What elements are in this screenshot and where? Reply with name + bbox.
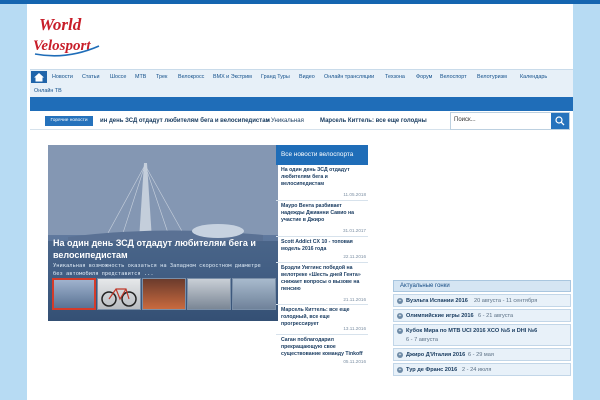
site-logo[interactable]: World Velosport xyxy=(31,10,103,60)
bicycle-icon xyxy=(101,288,137,307)
home-button[interactable] xyxy=(31,71,47,83)
search-icon xyxy=(555,116,565,126)
news-item-date: 05.11.2016 xyxy=(343,359,366,364)
latest-news-panel: Все новости велоспорта На один день ЗСД … xyxy=(276,145,368,367)
slide-title[interactable]: На один день ЗСД отдадут любителям бега … xyxy=(53,237,275,261)
news-item[interactable]: Scott Addict CX 10 - топовая модель 2016… xyxy=(276,239,368,263)
slider-thumbnail[interactable] xyxy=(97,278,141,310)
logo-word-world: World xyxy=(39,15,82,34)
news-item-title[interactable]: Саган поблагодарил прекращающую свое сущ… xyxy=(281,337,365,358)
ticker-item[interactable]: » Уникальная xyxy=(266,116,304,126)
race-item[interactable]: + Джиро Д'Италия 2016 6 - 29 мая xyxy=(393,348,571,361)
news-item-title[interactable]: Брэдли Уиггинс победой на велотреке «Шес… xyxy=(281,265,365,293)
race-date: 6 - 21 августа xyxy=(478,313,514,319)
nav-item-road[interactable]: Шоссе xyxy=(110,70,126,84)
race-date: 6 - 7 августа xyxy=(406,337,439,343)
news-item-date: 13.11.2016 xyxy=(343,326,366,331)
news-item[interactable]: На один день ЗСД отдадут любителям бега … xyxy=(276,167,368,201)
news-item[interactable]: Мауро Вента разбивает надежды Джианни Са… xyxy=(276,203,368,237)
search-button[interactable] xyxy=(551,113,569,129)
nav-item-bmx[interactable]: ВМХ и Экстрим xyxy=(213,70,252,84)
nav-bottom-bar xyxy=(30,97,573,111)
news-item-title[interactable]: Мауро Вента разбивает надежды Джианни Са… xyxy=(281,203,365,224)
ticker-item[interactable]: Марсель Киттель: все еще голодны xyxy=(320,116,427,126)
breaking-news-ticker: Горячие новости ин день ЗСД отдадут люби… xyxy=(30,112,450,130)
current-races-widget: Актуальные гонки + Вуэльта Испании 2016 … xyxy=(393,280,571,400)
race-name[interactable]: Олимпийские игры 2016 xyxy=(406,310,474,321)
expand-icon[interactable]: + xyxy=(397,298,403,304)
ticker-label: Горячие новости xyxy=(45,116,93,126)
news-panel-title[interactable]: Все новости велоспорта xyxy=(276,145,368,165)
nav-item-live[interactable]: Онлайн трансляции xyxy=(324,70,374,84)
news-item-date: 22.11.2016 xyxy=(343,254,366,259)
expand-icon[interactable]: + xyxy=(397,352,403,358)
nav-item-articles[interactable]: Статьи xyxy=(82,70,99,84)
race-item[interactable]: + Кубок Мира по МТВ UCI 2016 XCO №5 и DH… xyxy=(393,324,571,346)
slider-thumbnail[interactable] xyxy=(52,278,96,310)
race-date: 20 августа - 11 сентября xyxy=(474,298,538,304)
slider-thumbnail[interactable] xyxy=(187,278,231,310)
race-name[interactable]: Вуэльта Испании 2016 xyxy=(406,295,468,306)
nav-item-touring[interactable]: Велотуризм xyxy=(477,70,507,84)
nav-item-forum[interactable]: Форум xyxy=(416,70,432,84)
nav-item-calendar[interactable]: Календарь xyxy=(520,70,547,84)
nav-item-track[interactable]: Трек xyxy=(156,70,167,84)
featured-slider[interactable]: На один день ЗСД отдадут любителям бега … xyxy=(48,145,278,321)
race-item[interactable]: + Вуэльта Испании 2016 20 августа - 11 с… xyxy=(393,294,571,307)
news-item[interactable]: Саган поблагодарил прекращающую свое сущ… xyxy=(276,337,368,367)
slider-thumbnail[interactable] xyxy=(232,278,276,310)
news-item-title[interactable]: Марсель Киттель: все еще голодный, все е… xyxy=(281,307,365,328)
news-item-title[interactable]: Scott Addict CX 10 - топовая модель 2016… xyxy=(281,239,365,253)
race-name[interactable]: Джиро Д'Италия 2016 xyxy=(406,349,465,360)
nav-item-cyclocross[interactable]: Велокросс xyxy=(178,70,204,84)
slider-thumbnails xyxy=(52,278,276,312)
nav-item-techzone[interactable]: Техзона xyxy=(385,70,405,84)
news-item-title[interactable]: На один день ЗСД отдадут любителям бега … xyxy=(281,167,365,188)
nav-item-mtb[interactable]: МТВ xyxy=(135,70,146,84)
nav-item-grand-tours[interactable]: Гранд Туры xyxy=(261,70,290,84)
expand-icon[interactable]: + xyxy=(397,367,403,373)
race-date: 6 - 29 мая xyxy=(468,352,494,358)
race-date: 2 - 24 июля xyxy=(462,367,492,373)
race-item[interactable]: + Тур де Франс 2016 2 - 24 июля xyxy=(393,363,571,376)
news-item[interactable]: Брэдли Уиггинс победой на велотреке «Шес… xyxy=(276,265,368,305)
news-item-date: 11.05.2018 xyxy=(343,192,366,197)
nav-item-news[interactable]: Новости xyxy=(52,70,73,84)
nav-item-video[interactable]: Видео xyxy=(299,70,315,84)
expand-icon[interactable]: + xyxy=(397,313,403,319)
news-item-date: 31.01.2017 xyxy=(343,228,366,233)
race-name[interactable]: Тур де Франс 2016 xyxy=(406,364,457,375)
main-nav: Новости Статьи Шоссе МТВ Трек Велокросс … xyxy=(30,69,573,97)
page-container: World Velosport Новости Статьи Шоссе МТВ… xyxy=(27,4,573,400)
slider-thumbnail[interactable] xyxy=(142,278,186,310)
nav-item-cycling[interactable]: Велоспорт xyxy=(440,70,467,84)
nav-item-online-tv[interactable]: Онлайн ТВ xyxy=(34,84,62,98)
ticker-item[interactable]: ин день ЗСД отдадут любителям бега и вел… xyxy=(100,116,270,126)
news-item[interactable]: Марсель Киттель: все еще голодный, все е… xyxy=(276,307,368,335)
search-box: Поиск... xyxy=(450,112,570,130)
logo-mark: World Velosport xyxy=(33,15,100,57)
slide-description: Уникальная возможность оказаться на Запа… xyxy=(53,263,261,277)
race-item[interactable]: + Олимпийские игры 2016 6 - 21 августа xyxy=(393,309,571,322)
expand-icon[interactable]: + xyxy=(397,328,403,334)
home-icon xyxy=(34,73,44,82)
races-title: Актуальные гонки xyxy=(393,280,571,292)
news-item-date: 21.11.2016 xyxy=(343,297,366,302)
search-input[interactable]: Поиск... xyxy=(454,117,476,123)
